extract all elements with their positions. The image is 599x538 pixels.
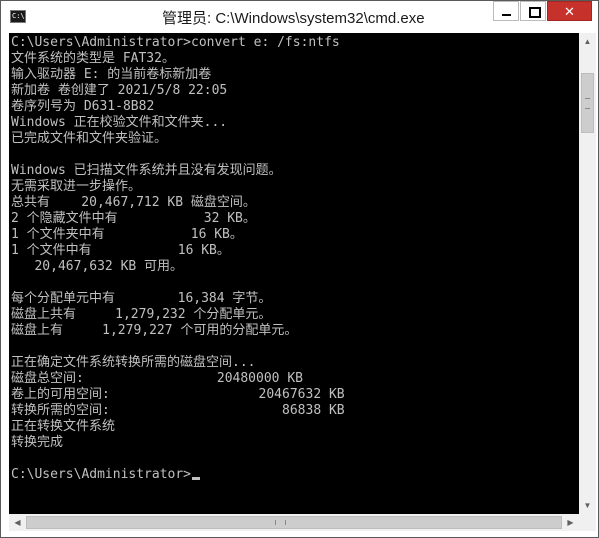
console-line: 1 个文件中有 16 KB。 (11, 243, 230, 258)
console-line: C:\Users\Administrator> (11, 467, 345, 483)
console-line: 文件系统的类型是 FAT32。 (11, 51, 175, 66)
console-line: 总共有 20,467,712 KB 磁盘空间。 (11, 195, 256, 210)
console-line: 磁盘上有 1,279,227 个可用的分配单元。 (11, 323, 298, 338)
cmd-icon[interactable]: C:\ (10, 10, 26, 23)
window-title: 管理员: C:\Windows\system32\cmd.exe (162, 10, 425, 27)
console-line: Windows 正在校验文件和文件夹... (11, 115, 228, 130)
console-line: 无需采取进一步操作。 (11, 179, 142, 194)
console-line: 卷序列号为 D631-8B82 (11, 99, 155, 114)
maximize-icon (529, 7, 541, 18)
scroll-up-icon[interactable]: ▲ (579, 33, 596, 50)
caption-buttons: ✕ (492, 1, 592, 23)
console-line: 正在确定文件系统转换所需的磁盘空间... (11, 355, 256, 370)
grip-icon (585, 98, 590, 109)
text-cursor (192, 477, 201, 480)
console-line: 已完成文件和文件夹验证。 (11, 131, 168, 146)
title-bar[interactable]: C:\ 管理员: C:\Windows\system32\cmd.exe ✕ (1, 1, 598, 33)
console-output[interactable]: C:\Users\Administrator>convert e: /fs:nt… (9, 33, 579, 514)
console-line: 卷上的可用空间: 20467632 KB (11, 387, 345, 402)
console-line: 转换完成 (11, 435, 64, 450)
scroll-left-icon[interactable]: ◀ (9, 514, 26, 531)
grip-icon (275, 520, 286, 525)
console-line: 新加卷 卷创建了 2021/5/8 22:05 (11, 83, 228, 98)
close-button[interactable]: ✕ (547, 1, 592, 21)
cmd-window: C:\ 管理员: C:\Windows\system32\cmd.exe ✕ C… (0, 0, 599, 538)
minimize-icon (502, 14, 511, 16)
console-line: 转换所需的空间: 86838 KB (11, 403, 345, 418)
scroll-down-icon[interactable]: ▼ (579, 497, 596, 514)
resize-grip[interactable] (579, 514, 596, 531)
horizontal-scroll-thumb[interactable] (26, 516, 562, 529)
console-lines: C:\Users\Administrator>convert e: /fs:nt… (11, 35, 345, 483)
vertical-scrollbar[interactable]: ▲ ▼ (579, 33, 596, 514)
console-line: 磁盘上共有 1,279,232 个分配单元。 (11, 307, 272, 322)
vertical-scroll-thumb[interactable] (581, 73, 594, 133)
console-line: 20,467,632 KB 可用。 (11, 259, 184, 274)
console-line: 每个分配单元中有 16,384 字节。 (11, 291, 272, 306)
console-line: C:\Users\Administrator>convert e: /fs:nt… (11, 35, 340, 50)
console-line: 2 个隐藏文件中有 32 KB。 (11, 211, 256, 226)
console-line: 正在转换文件系统 (11, 419, 116, 434)
console-line: 磁盘总空间: 20480000 KB (11, 371, 303, 386)
minimize-button[interactable] (493, 1, 519, 21)
maximize-button[interactable] (520, 1, 546, 21)
console-line: 1 个文件夹中有 16 KB。 (11, 227, 243, 242)
console-line: 输入驱动器 E: 的当前卷标新加卷 (11, 67, 212, 82)
scroll-right-icon[interactable]: ▶ (562, 514, 579, 531)
console-line: Windows 已扫描文件系统并且没有发现问题。 (11, 163, 282, 178)
close-icon: ✕ (564, 4, 575, 19)
horizontal-scrollbar[interactable]: ◀ ▶ (9, 514, 579, 531)
